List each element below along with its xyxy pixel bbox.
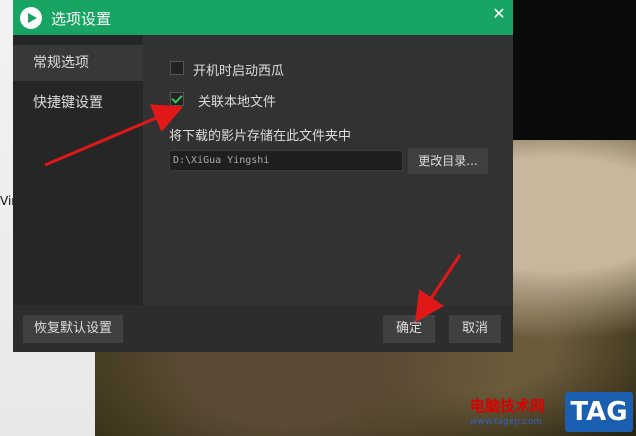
title-bar[interactable]: 选项设置 ✕ bbox=[13, 0, 513, 35]
sidebar-item-shortcuts[interactable]: 快捷键设置 bbox=[13, 85, 143, 121]
change-directory-button[interactable]: 更改目录... bbox=[408, 148, 488, 174]
app-logo-icon bbox=[20, 7, 42, 29]
sidebar-item-label: 快捷键设置 bbox=[33, 95, 103, 111]
autostart-label: 开机时启动西瓜 bbox=[193, 64, 285, 79]
dialog-title: 选项设置 bbox=[51, 10, 112, 28]
close-icon[interactable]: ✕ bbox=[489, 4, 509, 24]
autostart-checkbox[interactable] bbox=[170, 61, 184, 75]
associate-files-label: 关联本地文件 bbox=[198, 95, 277, 110]
download-path-input[interactable]: D:\XiGua Yingshi bbox=[169, 150, 403, 171]
sidebar-item-label: 常规选项 bbox=[33, 55, 89, 71]
sidebar-item-general[interactable]: 常规选项 bbox=[13, 45, 143, 81]
watermark-url: www.tagxp.com bbox=[470, 417, 542, 427]
dialog-footer: 恢复默认设置 确定 取消 bbox=[13, 305, 513, 352]
download-folder-label: 将下载的影片存储在此文件夹中 bbox=[169, 129, 352, 144]
watermark-logo: TAG bbox=[565, 392, 633, 432]
background-video-dark bbox=[513, 0, 636, 140]
restore-defaults-button[interactable]: 恢复默认设置 bbox=[23, 315, 123, 343]
sidebar-nav: 常规选项 快捷键设置 bbox=[13, 35, 143, 305]
associate-files-checkbox[interactable] bbox=[170, 92, 184, 106]
cancel-button[interactable]: 取消 bbox=[449, 315, 501, 343]
ok-button[interactable]: 确定 bbox=[383, 315, 435, 343]
watermark-site-name: 电脑技术网 bbox=[470, 397, 546, 415]
options-dialog: 选项设置 ✕ 常规选项 快捷键设置 开机时启动西瓜 关联本地文件 将下载的影片存… bbox=[13, 0, 513, 352]
